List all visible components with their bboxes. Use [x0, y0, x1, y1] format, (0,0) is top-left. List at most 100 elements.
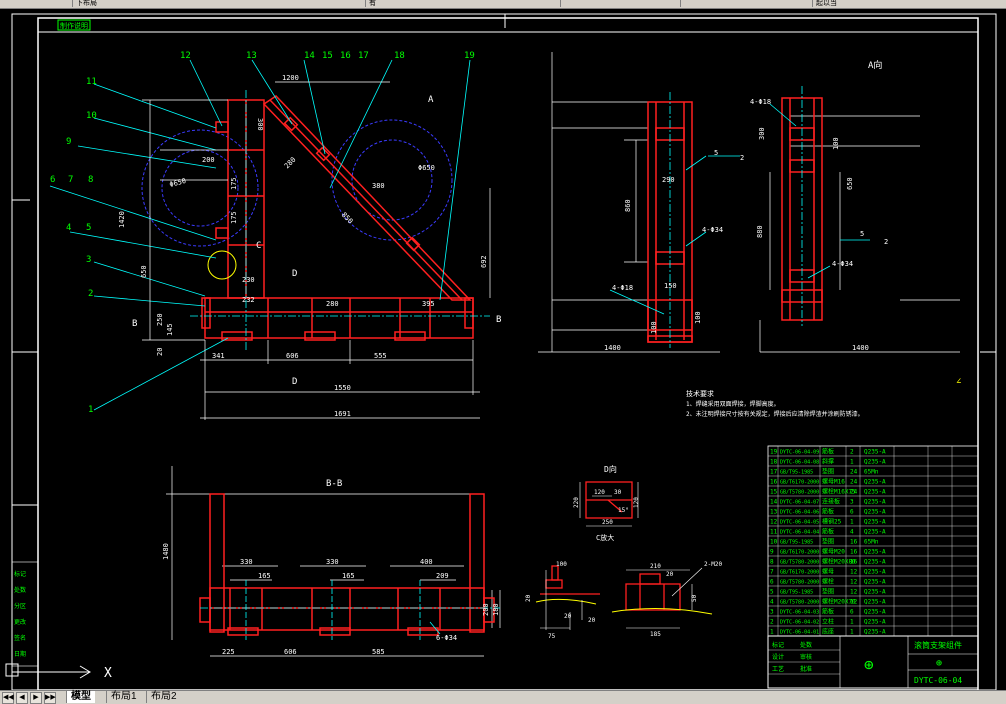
bom-cell-code: DYTC-06-04-03: [780, 610, 819, 616]
title-cell-0: 标记: [772, 641, 784, 649]
bom-cell-code: GB/T5780-2000: [780, 560, 819, 566]
bom-cell-code: DYTC-06-04-07: [780, 500, 819, 506]
nav-last-button[interactable]: ▶▶: [44, 692, 56, 704]
bom-cell-qty: 24: [850, 469, 858, 476]
view-a-dim-300: 300: [758, 127, 766, 140]
bom-cell-no: 14: [770, 499, 778, 506]
bom-cell-code: GB/T6170-2000: [780, 570, 819, 576]
view-e-dim-210: 210: [650, 563, 661, 570]
view-a-dim-100: 100: [832, 137, 840, 150]
dim-phi-left: Φ650: [169, 177, 187, 189]
title-cell-2: 设计: [772, 653, 784, 661]
ucs-x-label: X: [104, 666, 112, 681]
bom-cell-mat: Q235-A: [864, 629, 886, 636]
nav-prev-button[interactable]: ◀: [16, 692, 28, 704]
balloon-17: 17: [358, 51, 369, 61]
view-d: D向 220 120 30 120 15° 250 C放大: [573, 464, 640, 542]
tech-notes-title: 技术要求: [686, 389, 714, 398]
bom-table: 19 DYTC-06-04-09 筋板 2 Q235-A18 DYTC-06-04-08 斜…: [767, 445, 979, 637]
bom-cell-name: 螺母: [822, 568, 834, 576]
bom-cell-no: 11: [770, 529, 778, 536]
tab-model[interactable]: 模型: [66, 691, 95, 703]
balloon-7: 7: [68, 175, 73, 185]
tech-notes-line-1: 1、焊缝采用双面焊接，焊脚高度。: [686, 400, 780, 408]
toolbar-item[interactable]: 下布局: [72, 0, 136, 7]
side-dim-100b: 100: [694, 311, 702, 324]
cad-drawing-canvas[interactable]: 制作说明 11 10 9 6 7 8 4 5 3 2 1 12 13 14 15…: [0, 8, 1006, 690]
dim-300: 300: [256, 118, 264, 131]
bom-cell-mat: Q235-A: [864, 459, 886, 466]
bom-cell-no: 3: [770, 609, 774, 616]
toolbar-item[interactable]: [560, 0, 664, 7]
view-a-hole-18: 4-Φ18: [750, 98, 771, 106]
bb-dim-209: 209: [436, 572, 449, 580]
title-cell-5: 批准: [800, 665, 812, 673]
view-c-dim-100: 100: [556, 561, 567, 568]
balloon-8: 8: [88, 175, 93, 185]
tab-layout1[interactable]: 布局1: [106, 691, 141, 703]
side-label-4: 签名: [14, 634, 26, 642]
bom-cell-qty: 2: [850, 449, 854, 456]
bom-cell-no: 8: [770, 559, 774, 566]
dim-20: 20: [156, 348, 164, 356]
bom-cell-name: 垫圈: [822, 538, 834, 546]
bom-cell-no: 13: [770, 509, 778, 516]
bom-cell-qty: 16: [850, 549, 858, 556]
balloon-19: 19: [464, 51, 475, 61]
title-cell-1: 处数: [800, 641, 812, 649]
dim-200: 200: [202, 156, 215, 164]
view-d-angle: 15°: [618, 507, 629, 514]
layout-tab-bar: ◀◀ ◀ ▶ ▶▶ 模型 布局1 布局2: [0, 690, 1006, 704]
side-hole-34: 4-Φ34: [702, 226, 723, 234]
dim-175a: 175: [230, 177, 238, 190]
bb-dim-606: 606: [284, 648, 297, 656]
bom-cell-qty: 12: [850, 599, 858, 606]
bom-cell-code: GB/T95-1985: [780, 590, 813, 596]
dim-phi-right: Φ650: [418, 164, 435, 172]
bom-cell-no: 12: [770, 519, 778, 526]
bom-cell-qty: 4: [850, 529, 854, 536]
view-c-dim-20c: 20: [588, 617, 596, 624]
view-c-dim-20: 20: [525, 594, 532, 602]
bom-cell-qty: 1: [850, 629, 854, 636]
title-drawing-code: DYTC-06-04: [914, 676, 962, 685]
main-view: 11 10 9 6 7 8 4 5 3 2 1 12 13 14 15 16 1…: [49, 51, 501, 420]
bom-cell-no: 7: [770, 569, 774, 576]
bom-cell-name: 斜撑: [822, 458, 834, 466]
bom-cell-mat: Q235-A: [864, 599, 886, 606]
toolbar-item[interactable]: [680, 0, 784, 7]
view-e-dim-185: 185: [650, 631, 661, 638]
bom-cell-qty: 24: [850, 479, 858, 486]
bom-cell-code: GB/T95-1985: [780, 470, 813, 476]
bb-dim-330a: 330: [240, 558, 253, 566]
bom-cell-name: 连接板: [822, 498, 840, 506]
bom-cell-name: 筋板: [822, 608, 834, 616]
bom-cell-mat: Q235-A: [864, 559, 886, 566]
bom-cell-code: GB/T5780-2000: [780, 600, 819, 606]
toolbar-item[interactable]: 起以当: [812, 0, 936, 7]
balloon-1: 1: [88, 405, 93, 415]
view-d-dim-30: 30: [614, 489, 622, 496]
section-mark-b-right: B: [496, 315, 501, 325]
balloon-5: 5: [86, 223, 91, 233]
bom-cell-mat: Q235-A: [864, 619, 886, 626]
side-ref-5: 5: [714, 149, 718, 157]
tab-layout2[interactable]: 布局2: [146, 691, 181, 703]
dim-280: 280: [283, 156, 298, 171]
dim-230: 230: [242, 276, 255, 284]
bom-cell-qty: 16: [850, 559, 858, 566]
bom-cell-no: 6: [770, 579, 774, 586]
dim-175b: 175: [230, 211, 238, 224]
bom-cell-qty: 1: [850, 619, 854, 626]
bom-cell-code: GB/T5780-2000: [780, 580, 819, 586]
toolbar-item[interactable]: 有: [365, 0, 429, 7]
nav-first-button[interactable]: ◀◀: [2, 692, 14, 704]
bom-cell-code: DYTC-06-04-06: [780, 510, 819, 516]
view-a-ref-2: 2: [884, 238, 888, 246]
bom-cell-name: 底座: [822, 628, 834, 636]
side-dim-1400: 1400: [604, 344, 621, 352]
bom-cell-mat: 65Mn: [864, 539, 879, 546]
side-dim-100a: 100: [650, 321, 658, 334]
nav-next-button[interactable]: ▶: [30, 692, 42, 704]
view-d-dim-220: 220: [573, 497, 580, 508]
